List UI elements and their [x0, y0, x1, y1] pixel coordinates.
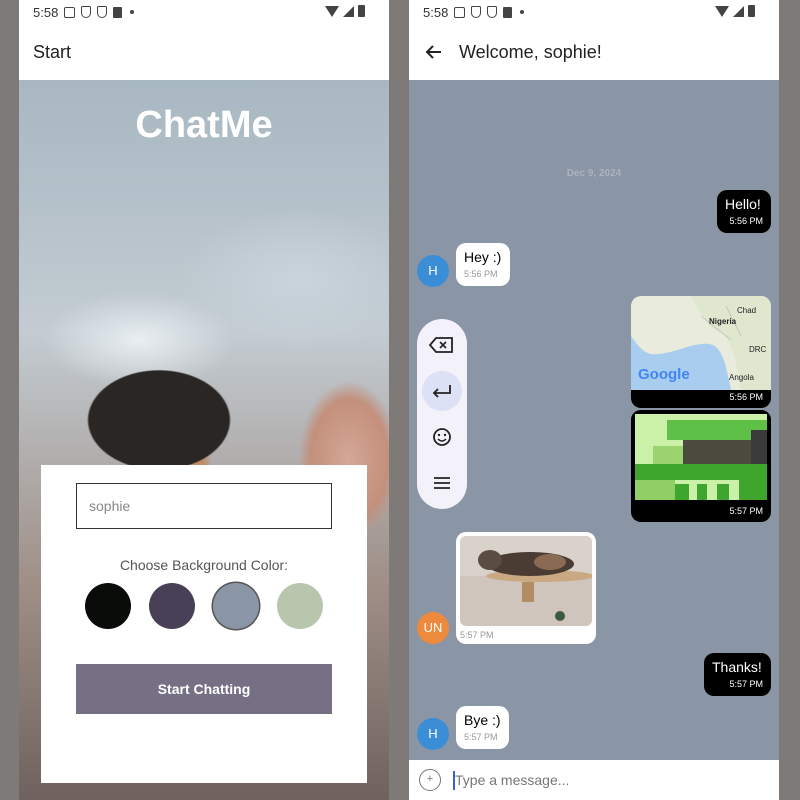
sd-card-icon	[503, 6, 513, 18]
shield-icon	[81, 6, 92, 18]
emoji-icon	[433, 428, 451, 446]
name-input[interactable]	[76, 483, 332, 529]
status-time: 5:58	[423, 4, 449, 20]
start-chatting-button[interactable]: Start Chatting	[76, 664, 332, 714]
avatar: UN	[417, 612, 449, 644]
google-logo: Google	[638, 366, 690, 383]
notification-dot-icon	[520, 10, 525, 14]
message-text: Hello!	[725, 196, 761, 212]
backspace-icon	[428, 337, 453, 353]
backspace-button[interactable]	[422, 325, 462, 365]
enter-button[interactable]	[422, 371, 462, 411]
signal-icon	[343, 5, 354, 17]
message-time: 5:57 PM	[464, 732, 498, 742]
message-text: Hey :)	[464, 249, 502, 265]
cat-photo	[460, 536, 592, 626]
date-separator: Dec 9, 2024	[566, 168, 622, 179]
message-time: 5:57 PM	[729, 506, 763, 516]
signal-icon	[733, 5, 744, 17]
color-swatch-grey-blue[interactable]	[213, 583, 259, 629]
shield-icon	[471, 6, 482, 18]
color-swatch-purple[interactable]	[149, 583, 195, 629]
screenshot-icon	[64, 6, 76, 18]
start-screen: 5:58 Start ChatMe Choose Background Colo…	[19, 0, 389, 800]
message-bubble-sent[interactable]: Thanks! 5:57 PM	[704, 653, 771, 696]
status-bar: 5:58	[19, 0, 389, 24]
status-time: 5:58	[33, 4, 59, 20]
message-time: 5:57 PM	[460, 630, 494, 640]
app-logo: ChatMe	[135, 104, 273, 146]
app-bar: Start	[19, 24, 389, 80]
avatar: H	[417, 718, 449, 750]
wifi-icon	[715, 5, 729, 17]
avatar: H	[417, 255, 449, 287]
message-input-bar: +	[409, 760, 779, 800]
message-time: 5:57 PM	[729, 679, 763, 689]
message-bubble-image[interactable]: 5:57 PM	[631, 410, 771, 522]
screenshot-icon	[454, 6, 466, 18]
message-input[interactable]	[455, 768, 755, 792]
message-bubble-map[interactable]: Chad Nigeria DRC Angola Google 5:56 PM	[631, 296, 771, 408]
sent-image	[631, 410, 771, 504]
attach-button[interactable]: +	[419, 769, 441, 791]
message-time: 5:56 PM	[729, 392, 763, 402]
app-bar: Welcome, sophie!	[409, 24, 779, 80]
shield-icon	[97, 6, 108, 18]
menu-icon	[434, 477, 450, 489]
chat-title: Welcome, sophie!	[459, 41, 602, 62]
map-label: Chad	[737, 306, 756, 315]
enter-icon	[432, 385, 451, 398]
status-bar: 5:58	[409, 0, 779, 24]
start-form-card: Choose Background Color: Start Chatting	[41, 465, 367, 783]
sd-card-icon	[113, 6, 123, 18]
map-label: DRC	[749, 345, 767, 354]
wifi-icon	[325, 5, 339, 17]
map-label: Nigeria	[709, 317, 737, 326]
menu-button[interactable]	[422, 463, 462, 503]
battery-icon	[358, 5, 365, 17]
message-bubble-received[interactable]: Bye :) 5:57 PM	[456, 706, 509, 749]
keyboard-toolbar	[417, 319, 467, 509]
chat-screen: 5:58 Welcome, sophie! Dec 9, 2024 Hello!…	[409, 0, 779, 800]
message-bubble-image[interactable]: 5:57 PM	[456, 532, 596, 644]
back-arrow-icon[interactable]	[423, 41, 445, 63]
message-bubble-received[interactable]: Hey :) 5:56 PM	[456, 243, 510, 286]
map-label: Angola	[729, 373, 754, 382]
map-preview: Chad Nigeria DRC Angola Google	[631, 296, 771, 390]
message-text: Thanks!	[712, 659, 762, 675]
shield-icon	[487, 6, 498, 18]
message-text: Bye :)	[464, 712, 501, 728]
message-bubble-sent[interactable]: Hello! 5:56 PM	[717, 190, 771, 233]
emoji-button[interactable]	[422, 417, 462, 457]
notification-dot-icon	[130, 10, 135, 14]
message-time: 5:56 PM	[729, 216, 763, 226]
color-choice-label: Choose Background Color:	[119, 557, 289, 573]
page-title: Start	[33, 41, 72, 62]
message-time: 5:56 PM	[464, 269, 498, 279]
color-swatch-black[interactable]	[85, 583, 131, 629]
battery-icon	[748, 5, 755, 17]
color-swatch-green[interactable]	[277, 583, 323, 629]
